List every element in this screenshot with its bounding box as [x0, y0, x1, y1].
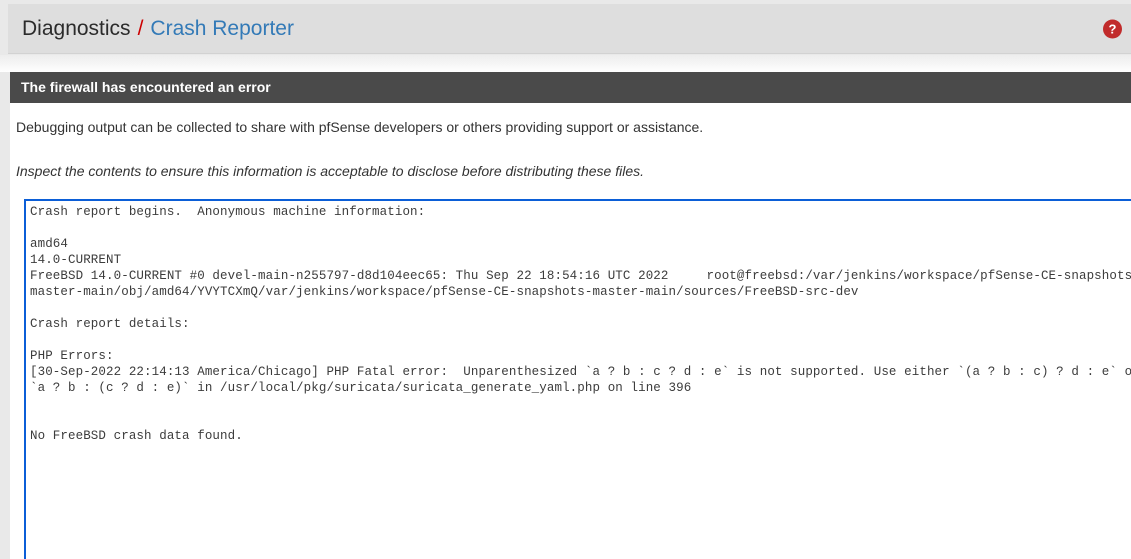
breadcrumb-item-crash-reporter[interactable]: Crash Reporter [150, 17, 294, 41]
help-question-icon[interactable]: ? [1103, 19, 1122, 38]
panel-heading-error: The firewall has encountered an error [10, 72, 1131, 103]
breadcrumb-separator: / [137, 16, 144, 40]
panel-disclosure-notice: Inspect the contents to ensure this info… [16, 163, 645, 180]
crash-output-container [24, 198, 1131, 559]
breadcrumb-item-diagnostics[interactable]: Diagnostics [22, 17, 131, 41]
header-gradient-divider [0, 55, 1131, 72]
crash-report-textarea[interactable] [24, 198, 1131, 559]
breadcrumb: Diagnostics / Crash Reporter [8, 17, 294, 41]
panel-description: Debugging output can be collected to sha… [16, 119, 704, 135]
page-header-bar: Diagnostics / Crash Reporter ? [8, 4, 1131, 54]
crash-reporter-panel: The firewall has encountered an error De… [10, 72, 1131, 559]
panel-body: Debugging output can be collected to sha… [10, 103, 1131, 559]
